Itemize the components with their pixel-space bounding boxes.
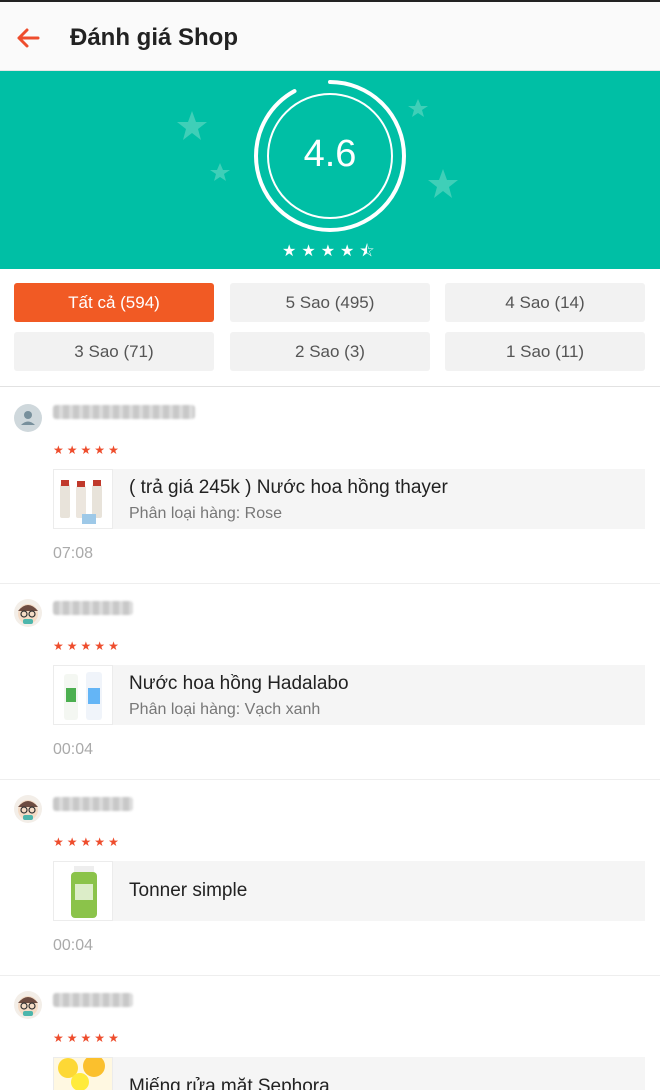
- star-icon: ★: [66, 1031, 78, 1045]
- page-title: Đánh giá Shop: [70, 24, 238, 51]
- rating-filters: Tất cả (594) 5 Sao (495) 4 Sao (14) 3 Sa…: [0, 269, 660, 387]
- review-stars: ★ ★ ★ ★ ★: [53, 1032, 119, 1044]
- star-icon: [408, 99, 428, 117]
- avatar[interactable]: [14, 404, 42, 432]
- review-item: ★ ★ ★ ★ ★ Miếng rửa mặt Sephora: [0, 976, 660, 1090]
- filter-4-star[interactable]: 4 Sao (14): [445, 283, 645, 322]
- star-icon: [428, 169, 458, 198]
- star-icon: ★: [53, 443, 64, 457]
- star-icon: ★: [108, 443, 119, 457]
- product-name: Nước hoa hồng Hadalabo: [129, 673, 349, 694]
- star-icon: ★: [66, 443, 78, 457]
- rating-score: 4.6: [303, 133, 357, 175]
- star-icon: ★: [108, 1031, 119, 1045]
- product-name: Miếng rửa mặt Sephora: [129, 1076, 330, 1090]
- star-icon: [210, 163, 230, 181]
- star-icon: ★: [94, 443, 106, 457]
- star-icon: ⯪: [359, 241, 375, 260]
- star-icon: ★: [66, 639, 78, 653]
- reviewer-name-blurred: [53, 405, 195, 419]
- top-bar: Đánh giá Shop: [0, 0, 660, 71]
- arrow-left-icon[interactable]: [12, 22, 44, 54]
- product-thumbnail: [53, 469, 113, 529]
- product-thumbnail: [53, 1057, 113, 1090]
- product-name: ( trả giá 245k ) Nước hoa hồng thayer: [129, 477, 448, 498]
- star-icon: ★: [80, 443, 92, 457]
- reviewer-name-blurred: [53, 993, 133, 1007]
- star-icon: ★: [282, 241, 297, 260]
- star-icon: ★: [80, 639, 92, 653]
- star-icon: ★: [94, 639, 106, 653]
- filter-1-star[interactable]: 1 Sao (11): [445, 332, 645, 371]
- product-card[interactable]: Miếng rửa mặt Sephora: [53, 1057, 645, 1090]
- product-thumbnail: [53, 861, 113, 921]
- filter-all[interactable]: Tất cả (594): [14, 283, 214, 322]
- product-card[interactable]: Tonner simple: [53, 861, 645, 921]
- star-icon: [177, 111, 207, 140]
- star-icon: ★: [53, 639, 64, 653]
- star-icon: ★: [340, 241, 355, 260]
- avatar[interactable]: [14, 599, 42, 627]
- star-icon: ★: [320, 241, 336, 260]
- rating-stars: ★ ★ ★ ★ ⯪: [282, 243, 375, 259]
- star-icon: ★: [80, 835, 92, 849]
- reviewer-name-blurred: [53, 601, 133, 615]
- review-time: 07:08: [53, 545, 94, 562]
- star-icon: ★: [66, 835, 78, 849]
- review-stars: ★ ★ ★ ★ ★: [53, 836, 119, 848]
- product-name: Tonner simple: [129, 880, 248, 901]
- star-icon: ★: [94, 1031, 106, 1045]
- review-time: 00:04: [53, 741, 94, 758]
- product-card[interactable]: ( trả giá 245k ) Nước hoa hồng thayer Ph…: [53, 469, 645, 529]
- product-variant: Phân loại hàng: Rose: [129, 505, 282, 522]
- review-item: ★ ★ ★ ★ ★ Tonner simple 00:04: [0, 780, 660, 976]
- rating-summary: 4.6 ★ ★ ★ ★ ⯪: [0, 71, 660, 269]
- star-icon: ★: [53, 835, 64, 849]
- user-icon: [21, 411, 35, 425]
- filter-5-star[interactable]: 5 Sao (495): [230, 283, 430, 322]
- star-icon: ★: [80, 1031, 92, 1045]
- filter-3-star[interactable]: 3 Sao (71): [14, 332, 214, 371]
- review-item: ★ ★ ★ ★ ★ ( trả giá 245k ) Nước hoa hồng tha…: [0, 388, 660, 584]
- star-icon: ★: [53, 1031, 64, 1045]
- product-variant: Phân loại hàng: Vạch xanh: [129, 701, 321, 718]
- review-time: 00:04: [53, 937, 94, 954]
- reviewer-name-blurred: [53, 797, 133, 811]
- review-stars: ★ ★ ★ ★ ★: [53, 640, 119, 652]
- product-thumbnail: [53, 665, 113, 725]
- star-icon: ★: [301, 241, 316, 260]
- filter-2-star[interactable]: 2 Sao (3): [230, 332, 430, 371]
- star-icon: ★: [108, 639, 119, 653]
- product-card[interactable]: Nước hoa hồng Hadalabo Phân loại hàng: V…: [53, 665, 645, 725]
- star-icon: ★: [108, 835, 119, 849]
- review-item: ★ ★ ★ ★ ★ Nước hoa hồng Hadalabo Phân loại h…: [0, 584, 660, 780]
- avatar[interactable]: [14, 795, 42, 823]
- star-icon: ★: [94, 835, 106, 849]
- avatar[interactable]: [14, 991, 42, 1019]
- review-stars: ★ ★ ★ ★ ★: [53, 444, 119, 456]
